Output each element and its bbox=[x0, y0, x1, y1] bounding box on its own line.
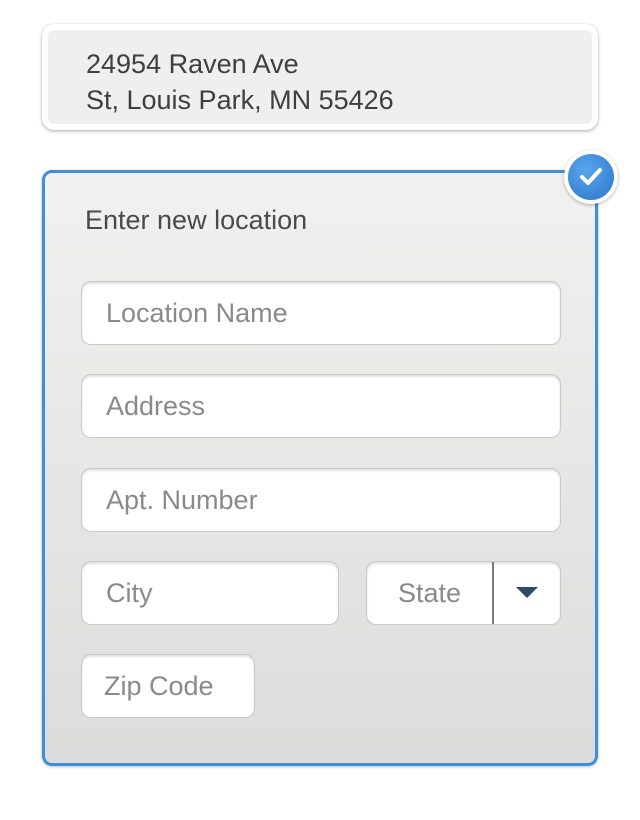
saved-address-line-1: 24954 Raven Ave bbox=[86, 49, 299, 79]
zip-code-placeholder: Zip Code bbox=[104, 670, 214, 701]
saved-address-line-2: St, Louis Park, MN 55426 bbox=[86, 85, 394, 115]
address-placeholder: Address bbox=[106, 390, 206, 421]
location-name-input[interactable]: Location Name bbox=[81, 281, 561, 345]
state-dropdown-label: State bbox=[367, 562, 494, 624]
saved-location-content: 24954 Raven Ave St, Louis Park, MN 55426 bbox=[48, 30, 592, 124]
saved-location-card[interactable]: 24954 Raven Ave St, Louis Park, MN 55426 bbox=[42, 24, 598, 130]
new-location-title: Enter new location bbox=[85, 205, 308, 235]
caret-down-icon[interactable] bbox=[494, 562, 560, 624]
location-name-placeholder: Location Name bbox=[106, 297, 288, 328]
city-placeholder: City bbox=[106, 577, 153, 608]
apt-number-input[interactable]: Apt. Number bbox=[81, 468, 561, 532]
zip-code-input[interactable]: Zip Code bbox=[81, 654, 255, 718]
apt-number-placeholder: Apt. Number bbox=[106, 484, 258, 515]
address-input[interactable]: Address bbox=[81, 374, 561, 438]
checkmark-icon bbox=[568, 154, 614, 200]
selected-badge bbox=[564, 150, 618, 204]
city-input[interactable]: City bbox=[81, 561, 339, 625]
new-location-card: Enter new location Location Name Address… bbox=[42, 170, 598, 766]
state-dropdown[interactable]: State bbox=[366, 561, 561, 625]
